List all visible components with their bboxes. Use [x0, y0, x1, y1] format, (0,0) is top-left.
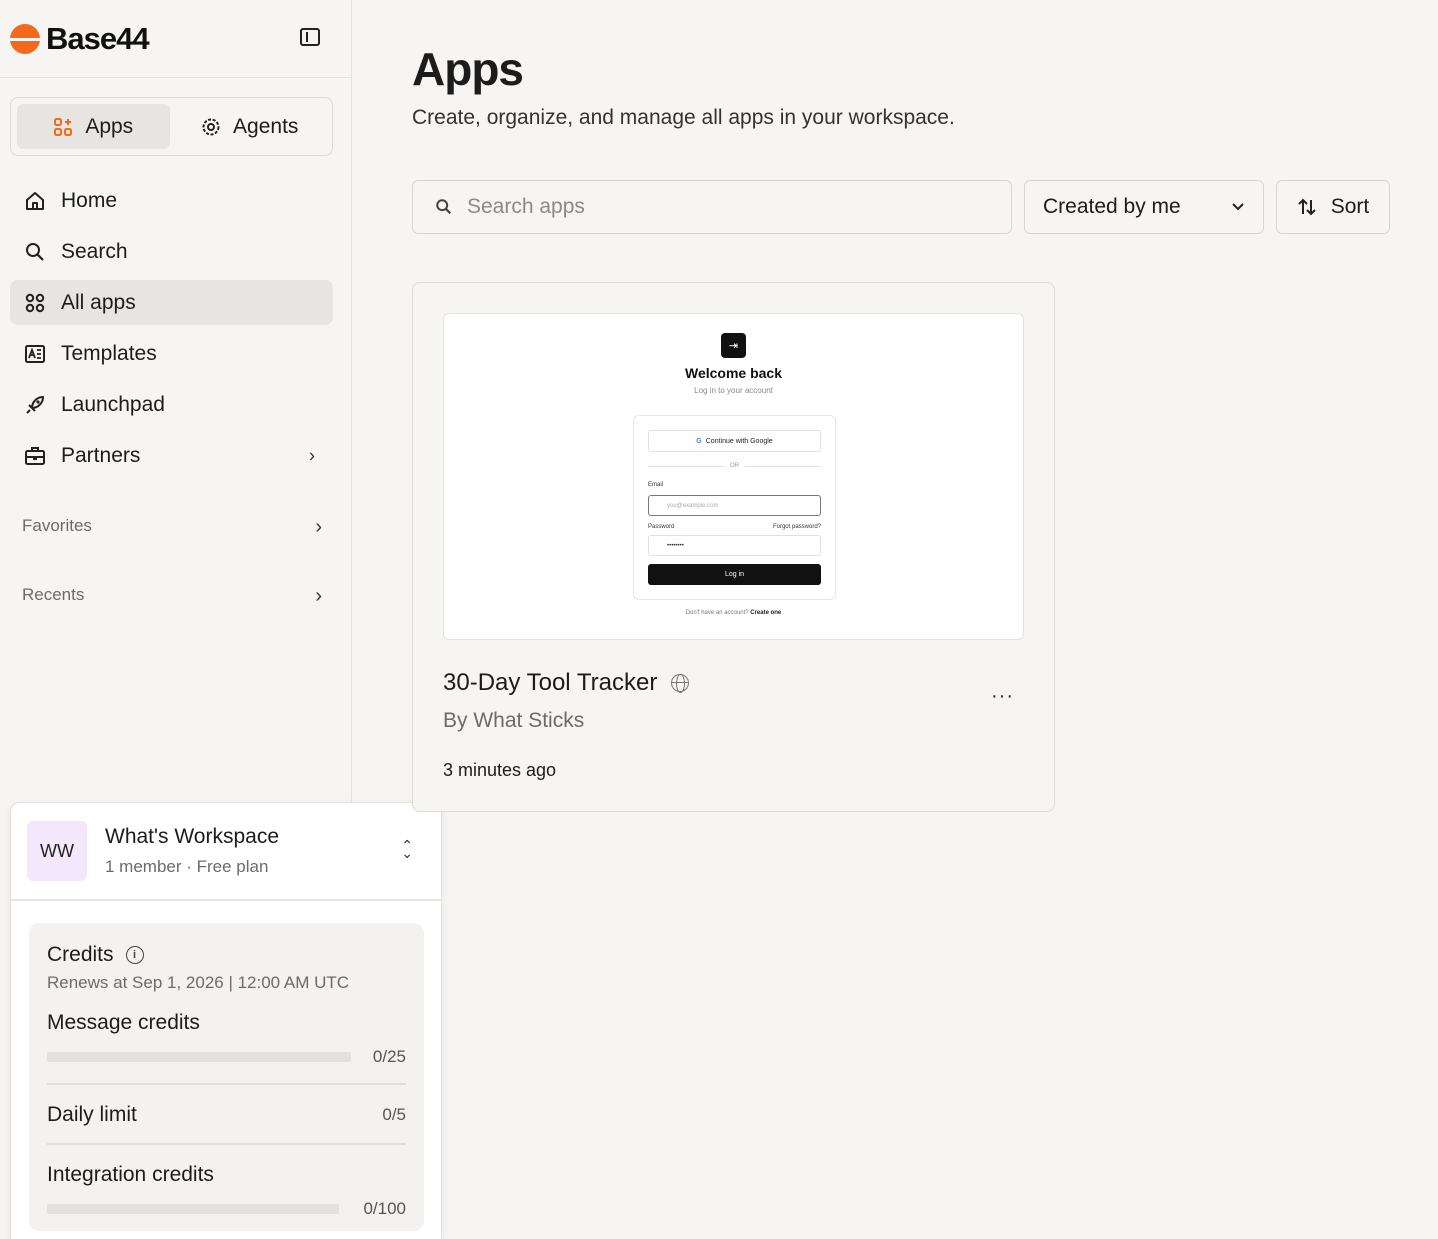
workspace-avatar: WW — [27, 821, 87, 881]
search-input[interactable] — [467, 195, 967, 219]
favorites-label: Favorites — [22, 516, 92, 535]
info-icon[interactable]: i — [125, 946, 144, 964]
page-subtitle: Create, organize, and manage all apps in… — [412, 106, 955, 129]
workspace-switcher[interactable]: WW What's Workspace 1 member · Free plan… — [11, 803, 441, 901]
workspace-info: What's Workspace 1 member · Free plan — [105, 825, 279, 877]
integration-credits-count: 0/100 — [363, 1199, 406, 1218]
segment-agents-label: Agents — [233, 114, 299, 138]
apps-grid-icon — [54, 117, 73, 136]
agent-gear-icon — [202, 118, 220, 135]
sort-button[interactable]: Sort — [1276, 180, 1390, 234]
sidebar-item-label: Templates — [61, 341, 157, 365]
sidebar-toggle-icon[interactable] — [300, 28, 320, 46]
base44-logo-icon — [10, 23, 40, 54]
chevron-up-down-icon[interactable]: ⌃ ⌄ — [401, 838, 413, 860]
chevron-right-icon: › — [315, 516, 322, 538]
page-title: Apps — [412, 43, 524, 95]
app-author: By What Sticks — [443, 709, 585, 732]
message-credits-count: 0/25 — [372, 1047, 406, 1066]
sidebar-item-label: All apps — [61, 290, 136, 314]
more-options-icon[interactable]: ··· — [991, 685, 1014, 708]
grid-icon — [25, 293, 45, 312]
preview-footer: Don't have an account? Create one — [444, 610, 1023, 616]
preview-login-form: G Continue with Google OR Email you@exam… — [633, 415, 836, 600]
sidebar-item-all-apps[interactable]: All apps — [10, 280, 333, 325]
credits-title-text: Credits — [47, 943, 114, 966]
app-title: 30-Day Tool Tracker — [443, 669, 690, 697]
preview-footer-text: Don't have an account? — [685, 610, 749, 616]
credits-renewal: Renews at Sep 1, 2026 | 12:00 AM UTC — [47, 973, 350, 992]
app-updated-time: 3 minutes ago — [443, 760, 557, 780]
chevron-right-icon: › — [309, 445, 315, 465]
integration-credits-label: Integration credits — [47, 1163, 214, 1186]
app-card[interactable]: ⇥ Welcome back Log in to your account G … — [412, 282, 1055, 812]
preview-forgot-link: Forgot password? — [772, 524, 821, 530]
chevron-right-icon: › — [315, 585, 322, 607]
segment-apps[interactable]: Apps — [17, 104, 170, 149]
sidebar-item-templates[interactable]: Templates — [10, 331, 333, 376]
home-icon — [26, 191, 44, 210]
sidebar-item-launchpad[interactable]: Launchpad — [10, 382, 333, 427]
preview-google-label: Continue with Google — [705, 437, 773, 445]
apps-agents-switch: Apps Agents — [10, 97, 333, 156]
daily-limit-label: Daily limit — [47, 1103, 137, 1126]
preview-heading: Welcome back — [684, 365, 782, 381]
divider — [47, 1083, 406, 1085]
daily-limit-count: 0/5 — [382, 1105, 406, 1124]
app-preview-thumbnail: ⇥ Welcome back Log in to your account G … — [443, 313, 1024, 640]
credits-card: Credits i Renews at Sep 1, 2026 | 12:00 … — [29, 923, 424, 1231]
sort-arrows-icon — [1298, 198, 1316, 216]
sidebar-item-label: Partners — [61, 443, 141, 467]
sidebar-nav: Home Search All apps Templates Launchpad… — [10, 178, 333, 484]
globe-icon — [671, 674, 690, 693]
preview-footer-link: Create one — [750, 610, 782, 616]
app-title-text: 30-Day Tool Tracker — [443, 669, 658, 696]
sidebar-item-label: Home — [61, 188, 118, 212]
message-credits-bar — [47, 1052, 351, 1062]
templates-icon — [25, 344, 45, 363]
integration-credits-bar — [47, 1204, 339, 1214]
search-icon — [26, 242, 44, 261]
preview-password-label: Password — [648, 524, 675, 530]
brand-header: Base44 — [0, 0, 351, 78]
workspace-plan: 1 member · Free plan — [105, 857, 269, 876]
google-icon: G — [696, 437, 702, 445]
segment-apps-label: Apps — [85, 114, 134, 138]
preview-email-label: Email — [648, 482, 664, 488]
segment-agents[interactable]: Agents — [174, 104, 327, 149]
credits-title: Credits i — [47, 943, 406, 967]
preview-login-button: Log in — [648, 564, 821, 585]
message-credits-label: Message credits — [47, 1011, 200, 1034]
preview-or-divider: OR — [648, 461, 821, 471]
recents-label: Recents — [22, 585, 85, 604]
preview-email-input: you@example.com — [648, 495, 821, 516]
search-bar[interactable] — [412, 180, 1012, 234]
preview-google-button: G Continue with Google — [648, 430, 821, 452]
sidebar-item-home[interactable]: Home — [10, 178, 333, 223]
sidebar-item-partners[interactable]: Partners › — [10, 433, 333, 478]
recents-section[interactable]: Recents › — [22, 585, 322, 608]
favorites-section[interactable]: Favorites › — [22, 516, 322, 539]
rocket-icon — [26, 395, 44, 414]
chevron-down-icon — [1232, 203, 1244, 211]
sort-label: Sort — [1330, 195, 1370, 218]
preview-or-label: OR — [730, 463, 739, 469]
sidebar-item-search[interactable]: Search — [10, 229, 333, 274]
search-icon — [436, 199, 452, 215]
message-credits-row: 0/25 — [47, 1047, 406, 1067]
sidebar-item-label: Search — [61, 239, 128, 263]
workspace-panel: WW What's Workspace 1 member · Free plan… — [10, 802, 442, 1239]
divider — [47, 1143, 406, 1145]
login-icon: ⇥ — [721, 333, 746, 358]
integration-credits-row: 0/100 — [47, 1199, 406, 1219]
preview-password-input: •••••••• — [648, 535, 821, 556]
workspace-name: What's Workspace — [105, 825, 280, 848]
daily-limit-row: Daily limit 0/5 — [47, 1103, 406, 1127]
sidebar-item-label: Launchpad — [61, 392, 165, 416]
briefcase-icon — [25, 446, 45, 465]
preview-subheading: Log in to your account — [694, 386, 773, 395]
brand-name: Base44 — [46, 20, 150, 56]
created-by-filter[interactable]: Created by me — [1024, 180, 1264, 234]
filter-label: Created by me — [1043, 195, 1181, 218]
